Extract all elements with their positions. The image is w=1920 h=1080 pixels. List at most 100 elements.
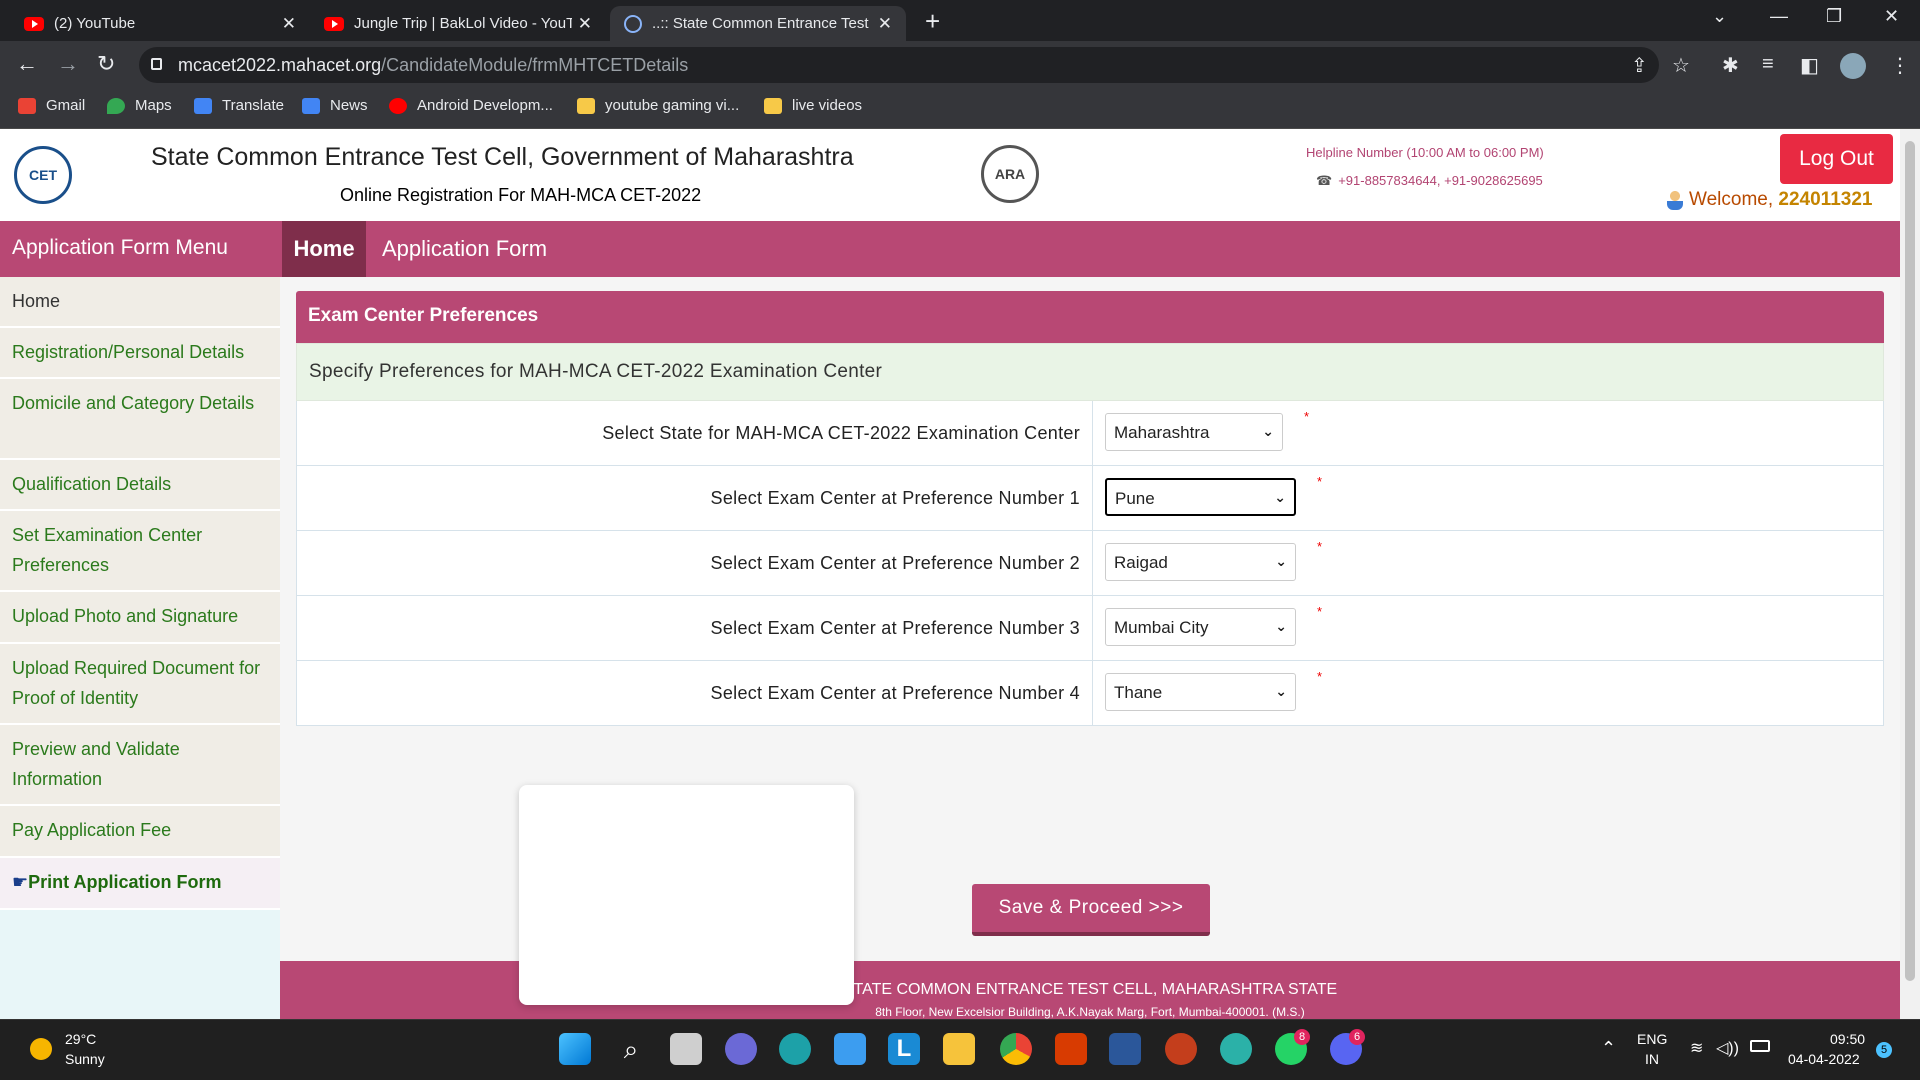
translate-icon bbox=[194, 97, 212, 114]
tab-cet[interactable]: ..:: State Common Entrance Test C ✕ bbox=[610, 6, 906, 41]
pref-1-label: Select Exam Center at Preference Number … bbox=[297, 466, 1093, 530]
pointing-hand-icon: ☛ bbox=[12, 872, 29, 892]
sidebar-item-exam-center[interactable]: Set Examination Center Preferences bbox=[0, 511, 280, 592]
edge-dev-icon[interactable] bbox=[1220, 1033, 1252, 1065]
close-window-icon[interactable]: ✕ bbox=[1884, 6, 1899, 27]
site-subtitle: Online Registration For MAH-MCA CET-2022 bbox=[340, 185, 702, 205]
sidebar-item-domicile[interactable]: Domicile and Category Details bbox=[0, 379, 280, 460]
sidebar-item-print[interactable]: ☛Print Application Form bbox=[0, 858, 280, 910]
helpline-numbers: ☎ +91-8857834644, +91-9028625695 bbox=[1316, 173, 1543, 188]
chevron-down-icon: ⌄ bbox=[1275, 683, 1287, 699]
start-icon[interactable] bbox=[559, 1033, 591, 1065]
language-code[interactable]: ENG bbox=[1637, 1031, 1667, 1047]
folder-icon bbox=[577, 97, 595, 114]
bookmark-android[interactable]: Android Developm... bbox=[389, 97, 553, 114]
extensions-icon[interactable]: ✱ bbox=[1722, 53, 1739, 78]
minimize-icon[interactable]: — bbox=[1770, 6, 1788, 27]
helpline-label: Helpline Number (10:00 AM to 06:00 PM) bbox=[1306, 145, 1544, 160]
bookmark-live-videos[interactable]: live videos bbox=[764, 97, 862, 114]
tab-search-chevron-icon[interactable]: ⌄ bbox=[1712, 6, 1727, 27]
gmail-icon bbox=[18, 97, 36, 114]
side-panel-icon[interactable]: ◧ bbox=[1800, 53, 1819, 78]
sidebar-item-home[interactable]: Home bbox=[0, 277, 280, 328]
save-proceed-button[interactable]: Save & Proceed >>> bbox=[972, 884, 1210, 936]
bookmark-youtube-gaming[interactable]: youtube gaming vi... bbox=[577, 97, 739, 114]
footer-address: 8th Floor, New Excelsior Building, A.K.N… bbox=[875, 1005, 1305, 1019]
back-icon[interactable]: ← bbox=[16, 51, 38, 77]
state-select[interactable]: Maharashtra ⌄ bbox=[1105, 413, 1283, 451]
news-icon bbox=[302, 97, 320, 114]
pref-4-select[interactable]: Thane ⌄ bbox=[1105, 673, 1296, 711]
restore-icon[interactable]: ❐ bbox=[1826, 6, 1842, 27]
spec-heading: Specify Preferences for MAH-MCA CET-2022… bbox=[296, 343, 1884, 401]
tray-chevron-up-icon[interactable]: ⌃ bbox=[1601, 1038, 1616, 1059]
site-header: CET State Common Entrance Test Cell, Gov… bbox=[0, 129, 1900, 221]
sidebar-item-preview[interactable]: Preview and Validate Information bbox=[0, 725, 280, 806]
profile-avatar-icon[interactable] bbox=[1840, 53, 1866, 79]
clock-time[interactable]: 09:50 bbox=[1830, 1031, 1865, 1047]
wifi-icon[interactable]: ≋ bbox=[1690, 1038, 1703, 1058]
file-explorer-icon[interactable] bbox=[943, 1033, 975, 1065]
task-view-icon[interactable] bbox=[670, 1033, 702, 1065]
sidebar-item-upload-document[interactable]: Upload Required Document for Proof of Id… bbox=[0, 644, 280, 725]
bookmarks-bar bbox=[0, 89, 1920, 129]
store-icon[interactable] bbox=[834, 1033, 866, 1065]
chrome-icon[interactable] bbox=[1000, 1033, 1032, 1065]
tab-jungle-trip[interactable]: Jungle Trip | BakLol Video - YouTu ✕ bbox=[310, 6, 606, 41]
search-icon[interactable]: ⌕ bbox=[615, 1033, 647, 1065]
sidebar-item-registration[interactable]: Registration/Personal Details bbox=[0, 328, 280, 379]
user-icon bbox=[1667, 189, 1683, 210]
forward-icon[interactable]: → bbox=[57, 51, 79, 77]
more-menu-icon[interactable]: ⋮ bbox=[1890, 53, 1910, 78]
language-region[interactable]: IN bbox=[1645, 1051, 1659, 1067]
nav-application-form[interactable]: Application Form bbox=[382, 236, 547, 262]
nav-home[interactable]: Home bbox=[282, 221, 366, 277]
media-icon[interactable]: ≡ bbox=[1762, 53, 1774, 76]
scrollbar-thumb[interactable] bbox=[1905, 141, 1915, 981]
youtube-icon bbox=[24, 16, 44, 31]
bookmark-news[interactable]: News bbox=[302, 97, 368, 114]
bookmark-gmail[interactable]: Gmail bbox=[18, 97, 85, 114]
required-mark: * bbox=[1317, 669, 1323, 684]
bookmark-star-icon[interactable]: ☆ bbox=[1672, 53, 1690, 78]
pref-1-select[interactable]: Pune ⌄ bbox=[1105, 478, 1296, 516]
word-icon[interactable] bbox=[1109, 1033, 1141, 1065]
share-icon[interactable]: ⇪ bbox=[1631, 53, 1648, 78]
edge-icon[interactable] bbox=[779, 1033, 811, 1065]
new-tab-icon[interactable]: + bbox=[925, 6, 940, 37]
notification-badge[interactable]: 5 bbox=[1876, 1042, 1892, 1058]
reload-icon[interactable]: ↻ bbox=[97, 51, 115, 77]
pref-2-select[interactable]: Raigad ⌄ bbox=[1105, 543, 1296, 581]
l-app-icon[interactable]: L bbox=[888, 1033, 920, 1065]
weather-temp[interactable]: 29°C bbox=[65, 1031, 96, 1047]
sun-icon[interactable] bbox=[30, 1038, 52, 1060]
scrollbar[interactable] bbox=[1900, 129, 1920, 1019]
office-icon[interactable] bbox=[1055, 1033, 1087, 1065]
close-tab-icon[interactable]: ✕ bbox=[878, 14, 892, 34]
close-tab-icon[interactable]: ✕ bbox=[578, 14, 592, 34]
volume-icon[interactable]: ◁)) bbox=[1716, 1038, 1739, 1058]
maps-icon bbox=[107, 97, 125, 114]
sidebar-item-pay-fee[interactable]: Pay Application Fee bbox=[0, 806, 280, 858]
teams-chat-icon[interactable] bbox=[725, 1033, 757, 1065]
tab-youtube[interactable]: (2) YouTube ✕ bbox=[10, 6, 310, 41]
close-tab-icon[interactable]: ✕ bbox=[282, 14, 296, 34]
discord-badge: 6 bbox=[1349, 1029, 1365, 1045]
menu-bar: Application Form Menu Home Application F… bbox=[0, 221, 1900, 277]
pref-3-select[interactable]: Mumbai City ⌄ bbox=[1105, 608, 1296, 646]
powerpoint-icon[interactable] bbox=[1165, 1033, 1197, 1065]
blank-popup bbox=[519, 785, 854, 1005]
weather-condition[interactable]: Sunny bbox=[65, 1051, 105, 1067]
chevron-down-icon: ⌄ bbox=[1262, 423, 1274, 439]
sidebar-item-qualification[interactable]: Qualification Details bbox=[0, 460, 280, 511]
required-mark: * bbox=[1317, 539, 1323, 554]
logout-button[interactable]: Log Out bbox=[1780, 134, 1893, 184]
sidebar-item-upload-photo[interactable]: Upload Photo and Signature bbox=[0, 592, 280, 644]
lock-icon[interactable] bbox=[151, 58, 162, 70]
panel-title: Exam Center Preferences bbox=[296, 291, 1884, 343]
clock-date[interactable]: 04-04-2022 bbox=[1788, 1051, 1860, 1067]
battery-icon[interactable] bbox=[1750, 1040, 1770, 1052]
bookmark-maps[interactable]: Maps bbox=[107, 97, 172, 114]
url-text[interactable]: mcacet2022.mahacet.org/CandidateModule/f… bbox=[178, 55, 688, 76]
bookmark-translate[interactable]: Translate bbox=[194, 97, 284, 114]
